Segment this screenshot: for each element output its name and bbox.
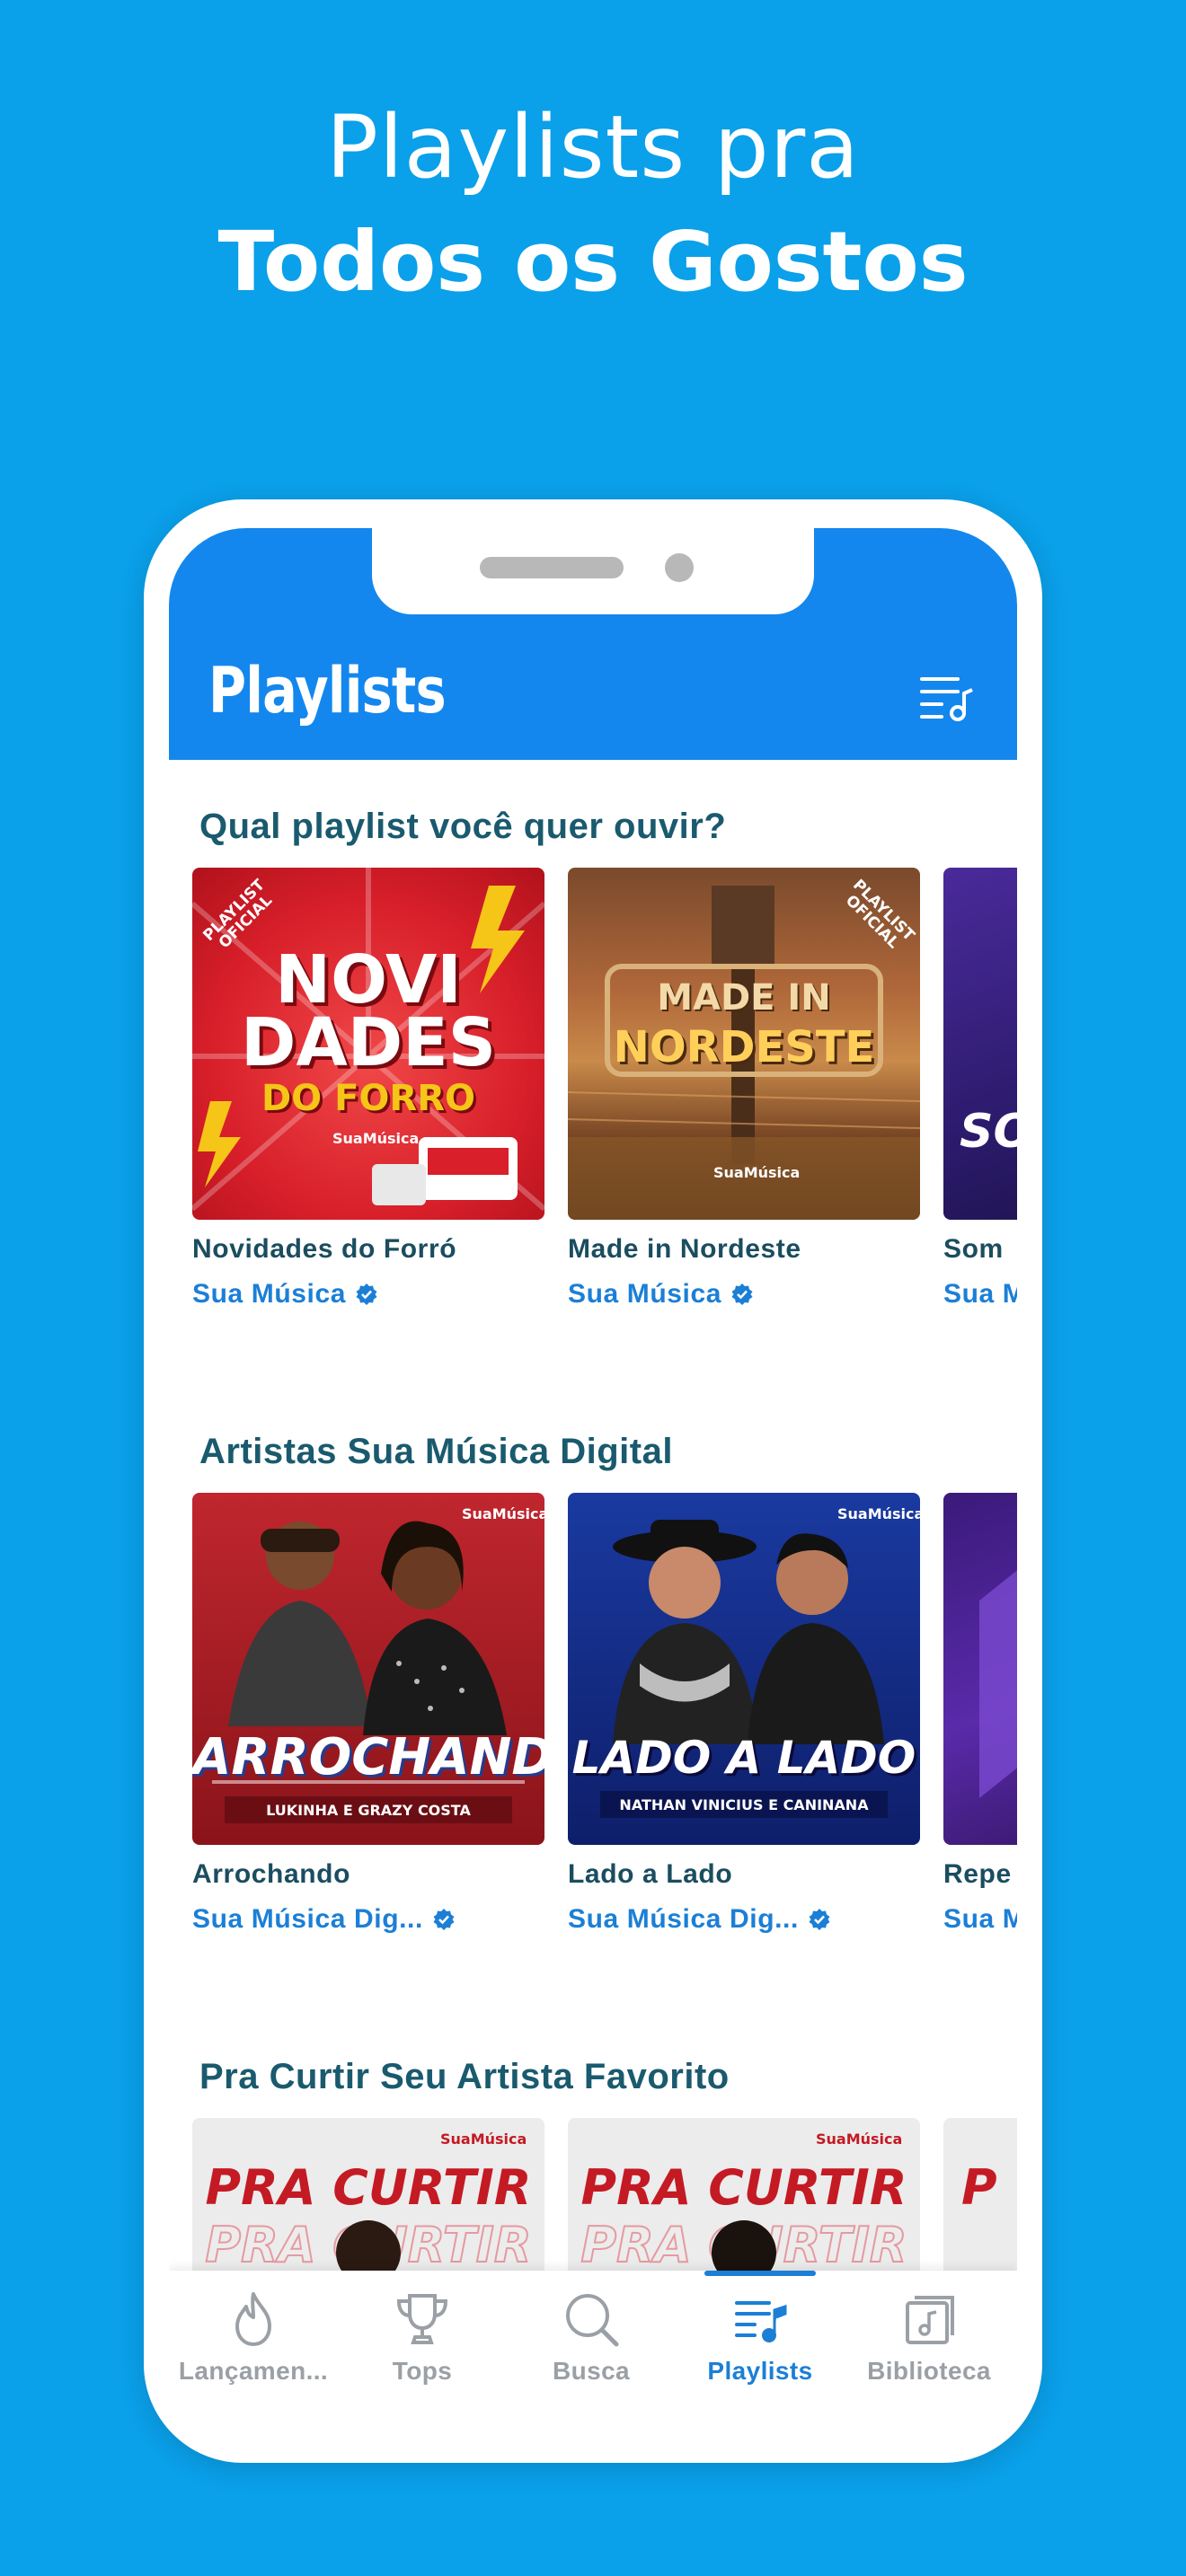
- cover-headline-2: DADES: [241, 1004, 496, 1081]
- artists-playlists-row: ARROCHANDO LUKINHA E GRAZY COSTA SuaMúsi…: [192, 1493, 1017, 1960]
- cover-headline-1: NOVI: [275, 941, 462, 1019]
- cover-art: [336, 2220, 401, 2280]
- library-icon: [906, 2296, 954, 2344]
- brand-logo: SuaMúsica: [332, 1130, 420, 1147]
- playlist-card-pra-curtir-3[interactable]: P: [943, 2118, 1017, 2280]
- card-title: Novidades do Forró: [192, 1234, 457, 1264]
- cover-headline-2: NORDESTE: [613, 1022, 875, 1072]
- card-author[interactable]: Sua M: [943, 1279, 1017, 1310]
- card-author[interactable]: Sua Música Dig...: [192, 1904, 456, 1935]
- promo-headline-line1: Playlists pra: [326, 97, 860, 198]
- tab-busca[interactable]: Busca: [507, 2271, 676, 2436]
- featured-playlists-row: PLAYLIST OFICIAL NOVI DADES DO FORRO Sua…: [192, 868, 1017, 1335]
- flame-icon: [235, 2292, 271, 2346]
- card-author-label: Sua M: [943, 1904, 1017, 1934]
- brand-logo: SuaMúsica: [837, 1505, 920, 1522]
- playlist-card-pra-curtir-1[interactable]: PRA CURTIR PRA CURTIR SuaMúsica: [192, 2118, 544, 2280]
- verified-badge-icon: [433, 1909, 455, 1930]
- cover-headline-1: MADE IN: [657, 977, 831, 1019]
- page-title: Playlists: [208, 654, 447, 728]
- cover-art: [212, 1521, 525, 1823]
- playlist-cover: PLAYLIST OFICIAL NOVI DADES DO FORRO Sua…: [192, 868, 544, 1220]
- trophy-icon: [396, 2294, 448, 2344]
- active-tab-indicator: [704, 2271, 816, 2276]
- card-title: Som: [943, 1234, 1004, 1264]
- card-title: Made in Nordeste: [568, 1234, 801, 1264]
- card-author-label: Sua Música: [192, 1279, 347, 1309]
- tab-biblioteca[interactable]: Biblioteca: [845, 2271, 1013, 2436]
- playlist-cover: PRA CURTIR PRA CURTIR SuaMúsica: [192, 2118, 544, 2280]
- card-author[interactable]: Sua Música Dig...: [568, 1904, 831, 1935]
- app-bar: Playlists: [169, 528, 1017, 760]
- front-camera: [665, 553, 694, 582]
- playlist-card-arrochando[interactable]: ARROCHANDO LUKINHA E GRAZY COSTA SuaMúsi…: [192, 1493, 544, 1934]
- card-author-label: Sua Música Dig...: [568, 1904, 799, 1934]
- card-author[interactable]: Sua Música: [568, 1279, 754, 1310]
- card-author-label: Sua Música: [568, 1279, 722, 1309]
- search-icon: [566, 2294, 619, 2347]
- phone-frame: Playlists Qual playlist você quer ouvir?: [144, 499, 1042, 2463]
- playlist-card-lado-a-lado[interactable]: LADO A LADO NATHAN VINICIUS E CANINANA S…: [568, 1493, 920, 1934]
- cover-art: [600, 1520, 888, 1818]
- verified-badge-icon: [731, 1284, 753, 1305]
- card-author-label: Sua M: [943, 1279, 1017, 1309]
- cover-subline: NATHAN VINICIUS E CANINANA: [619, 1796, 869, 1813]
- cover-headline-1: ARROCHANDO: [192, 1728, 544, 1786]
- section-title-artists: Artistas Sua Música Digital: [199, 1432, 673, 1471]
- cover-headline-1: SOI: [960, 1105, 1017, 1159]
- brand-logo: SuaMúsica: [713, 1164, 801, 1181]
- verified-badge-icon: [356, 1284, 377, 1305]
- card-author[interactable]: Sua Música: [192, 1279, 378, 1310]
- section-title-featured: Qual playlist você quer ouvir?: [199, 807, 727, 846]
- phone-notch: [372, 528, 814, 614]
- cover-headline: P: [961, 2159, 997, 2216]
- tab-tops[interactable]: Tops: [338, 2271, 507, 2436]
- card-title: Repe: [943, 1859, 1012, 1889]
- verified-badge-icon: [809, 1909, 830, 1930]
- card-title: Lado a Lado: [568, 1859, 733, 1889]
- brand-logo: SuaMúsica: [462, 1505, 544, 1522]
- playlist-icon: [735, 2301, 787, 2342]
- cover-art: [712, 2220, 776, 2280]
- tab-lancamentos[interactable]: Lançamen...: [169, 2271, 338, 2436]
- tab-label: Busca: [552, 2357, 631, 2385]
- playlist-cover: [943, 1493, 1017, 1845]
- playlist-card-repe[interactable]: Repe Sua M: [943, 1493, 1017, 1960]
- cover-art: [979, 1570, 1017, 1798]
- playlist-card-som[interactable]: SOI Som Sua M: [943, 868, 1017, 1335]
- playlist-cover: PRA CURTIR PRA CURTIR SuaMúsica: [568, 2118, 920, 2280]
- tab-label: Lançamen...: [178, 2357, 329, 2385]
- tab-label: Playlists: [707, 2357, 813, 2385]
- playlist-cover: P: [943, 2118, 1017, 2280]
- promo-headline-line2: Todos os Gostos: [217, 214, 969, 310]
- playlist-card-pra-curtir-2[interactable]: PRA CURTIR PRA CURTIR SuaMúsica: [568, 2118, 920, 2280]
- playlist-card-made-in-nordeste[interactable]: PLAYLIST OFICIAL MADE IN NORDESTE SuaMús…: [568, 868, 920, 1309]
- playlist-cover: PLAYLIST OFICIAL MADE IN NORDESTE SuaMús…: [568, 868, 920, 1220]
- card-author-label: Sua Música Dig...: [192, 1904, 423, 1934]
- cover-subline: LUKINHA E GRAZY COSTA: [266, 1802, 471, 1819]
- favorite-artist-row: PRA CURTIR PRA CURTIR SuaMúsica PRA CURT…: [192, 2118, 1017, 2280]
- playlist-cover: SOI: [943, 868, 1017, 1220]
- cover-headline-3: DO FORRO: [261, 1078, 476, 1119]
- app-screen: Playlists Qual playlist você quer ouvir?: [169, 528, 1017, 2436]
- playlist-cover: ARROCHANDO LUKINHA E GRAZY COSTA SuaMúsi…: [192, 1493, 544, 1845]
- bottom-tab-bar: Lançamen... Tops Busca Playlists Bibliot…: [169, 2271, 1017, 2436]
- playlist-cover: LADO A LADO NATHAN VINICIUS E CANINANA S…: [568, 1493, 920, 1845]
- tab-label: Tops: [392, 2357, 453, 2385]
- card-author[interactable]: Sua M: [943, 1904, 1017, 1935]
- tab-playlists[interactable]: Playlists: [676, 2271, 845, 2436]
- section-title-favorite-artist: Pra Curtir Seu Artista Favorito: [199, 2057, 730, 2096]
- playlist-card-novidades[interactable]: PLAYLIST OFICIAL NOVI DADES DO FORRO Sua…: [192, 868, 544, 1309]
- card-title: Arrochando: [192, 1859, 351, 1889]
- playlist-music-icon[interactable]: [918, 672, 976, 722]
- cover-headline-1: LADO A LADO: [571, 1732, 916, 1784]
- speaker-grille: [480, 557, 624, 578]
- tab-label: Biblioteca: [867, 2357, 991, 2385]
